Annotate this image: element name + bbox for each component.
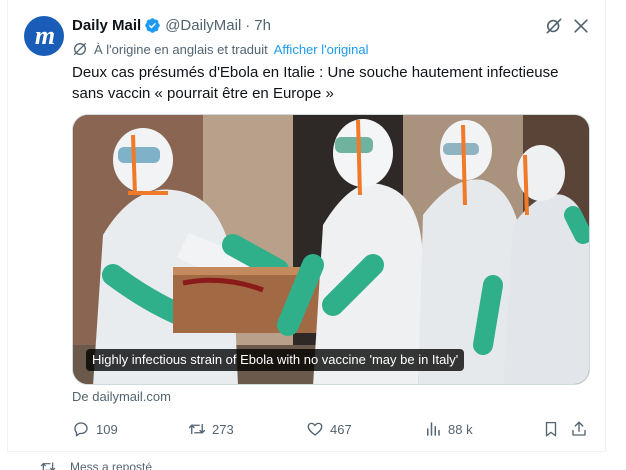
- translation-note: À l'origine en anglais et traduit Affich…: [72, 40, 369, 58]
- retweet-button[interactable]: 273: [188, 418, 234, 440]
- share-icon: [572, 421, 586, 436]
- views-count: 88 k: [448, 421, 473, 437]
- views-button[interactable]: 88 k: [424, 418, 473, 440]
- link-source[interactable]: De dailymail.com: [72, 389, 171, 404]
- bookmark-icon: [545, 421, 557, 437]
- translation-label: À l'origine en anglais et traduit: [94, 41, 268, 57]
- reply-count: 109: [96, 421, 118, 437]
- verified-badge-icon[interactable]: [144, 17, 161, 34]
- bookmark-button[interactable]: [542, 418, 566, 440]
- share-button[interactable]: [570, 418, 594, 440]
- like-icon: [307, 422, 323, 436]
- like-count: 467: [330, 421, 352, 437]
- display-name[interactable]: Daily Mail: [72, 17, 141, 34]
- translate-icon: [74, 43, 86, 55]
- like-button[interactable]: 467: [306, 418, 352, 440]
- timeline-border-left: [7, 0, 8, 452]
- avatar-logo: m: [34, 21, 55, 50]
- tweet-media[interactable]: Highly infectious strain of Ebola with n…: [72, 114, 590, 385]
- grok-icon[interactable]: [544, 16, 564, 36]
- show-original-link[interactable]: Afficher l'original: [274, 42, 369, 57]
- reply-button[interactable]: 109: [72, 418, 118, 440]
- ebola-workers-photo: [73, 115, 589, 384]
- retweet-count: 273: [212, 421, 234, 437]
- avatar[interactable]: m: [24, 16, 64, 56]
- retweet-icon: [40, 462, 56, 470]
- timeline-border-right: [605, 0, 606, 452]
- media-caption: Highly infectious strain of Ebola with n…: [86, 349, 465, 371]
- retweet-icon: [188, 423, 206, 435]
- reply-icon: [74, 422, 88, 437]
- separator-dot: ·: [245, 16, 251, 34]
- timestamp[interactable]: 7h: [254, 17, 271, 34]
- views-icon: [427, 422, 440, 436]
- more-icon[interactable]: [571, 16, 591, 36]
- tweet-actions: 109 273 467 88 k: [72, 418, 592, 440]
- tweet-header: Daily Mail @DailyMail · 7h: [72, 14, 271, 36]
- tweet-divider: [7, 451, 606, 452]
- next-tweet-social-context[interactable]: Mess a reposté: [40, 460, 152, 470]
- handle[interactable]: @DailyMail: [165, 17, 241, 34]
- reposted-by-label: Mess a reposté: [70, 460, 153, 470]
- tweet-text: Deux cas présumés d'Ebola en Italie : Un…: [72, 64, 559, 102]
